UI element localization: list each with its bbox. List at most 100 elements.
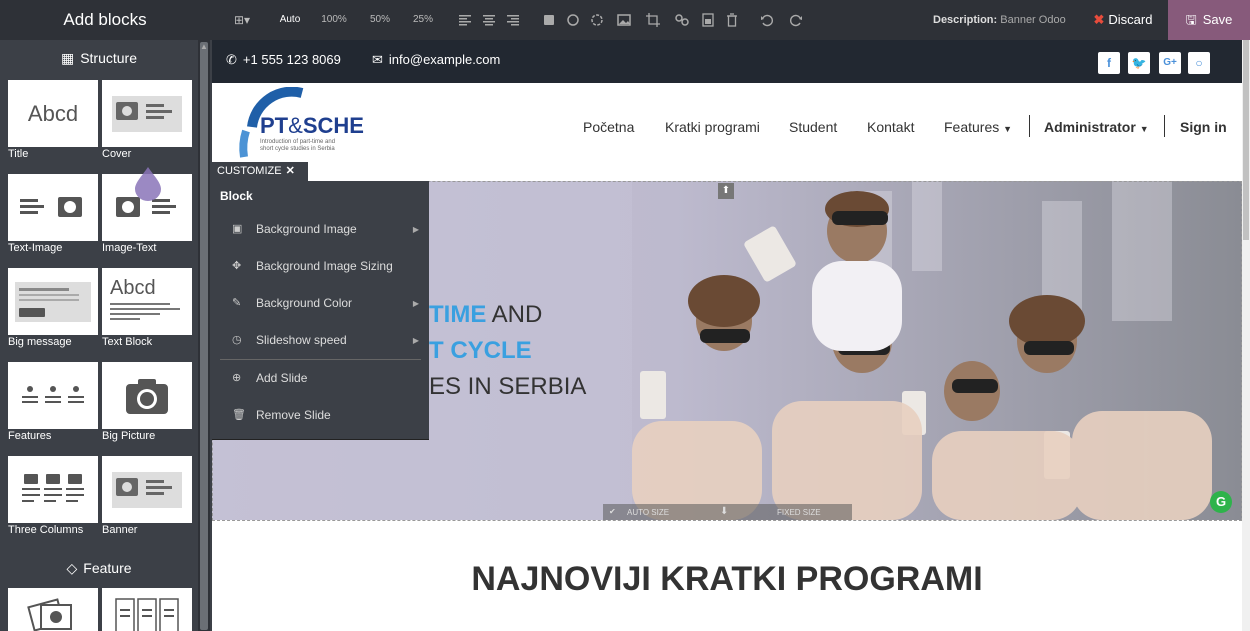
description-value: Banner Odoo — [1000, 14, 1066, 26]
discard-label: Discard — [1108, 12, 1153, 27]
caret-down-icon: ▼ — [1139, 124, 1149, 134]
zoom-auto[interactable]: Auto — [276, 0, 304, 40]
block-cover-label: Cover — [102, 148, 132, 160]
block-cover[interactable] — [102, 80, 192, 147]
block-title[interactable]: Abcd — [8, 80, 98, 147]
customize-tab[interactable]: CUSTOMIZE ✕ — [212, 162, 308, 181]
email-contact[interactable]: ✉ info@example.com — [372, 40, 500, 80]
block-title-preview: Abcd — [27, 100, 79, 126]
move-down-arrow-icon[interactable]: ⬇ — [720, 506, 728, 517]
phone-contact[interactable]: ✆ +1 555 123 8069 — [226, 40, 341, 80]
section-feature: ◇ Feature — [0, 550, 198, 586]
rounded-shape-icon[interactable] — [589, 12, 605, 28]
description-field[interactable]: Description: Banner Odoo — [933, 0, 1066, 40]
github-icon[interactable]: ○ — [1188, 52, 1210, 74]
crop-icon[interactable] — [645, 12, 661, 28]
caret-right-icon: ▶ — [412, 225, 419, 234]
nav-features[interactable]: Features ▼ — [944, 119, 1012, 135]
check-icon: ✔ — [609, 507, 616, 516]
file-image-icon[interactable] — [700, 12, 716, 28]
block-text-image[interactable] — [8, 174, 98, 241]
align-left-icon[interactable] — [457, 12, 473, 28]
block-title-label: Title — [8, 148, 29, 160]
twitter-icon[interactable]: 🐦 — [1128, 52, 1150, 74]
three-columns-preview-icon — [22, 473, 84, 502]
add-blocks-sidebar: Add blocks ▦ Structure Abcd Title Cover T… — [0, 0, 210, 631]
align-right-icon[interactable] — [505, 12, 521, 28]
redo-icon[interactable] — [788, 12, 804, 28]
nav-sign-in[interactable]: Sign in — [1180, 119, 1227, 135]
sidebar-scroll-thumb[interactable] — [200, 42, 208, 630]
align-center-icon[interactable] — [481, 12, 497, 28]
feature-pricing-preview-icon — [115, 598, 179, 631]
menu-remove-slide[interactable]: 🗑 Remove Slide — [212, 397, 429, 434]
big-message-preview-icon — [15, 281, 91, 322]
block-image-text-label: Image-Text — [102, 242, 157, 254]
customize-header: Block — [220, 189, 253, 203]
menu-label: Add Slide — [256, 371, 308, 385]
nav-student[interactable]: Student — [789, 119, 837, 135]
block-banner[interactable] — [102, 456, 192, 523]
menu-background-image[interactable]: ▣ Background Image ▶ — [212, 211, 429, 248]
zoom-100[interactable]: 100% — [318, 0, 350, 40]
site-logo[interactable]: PT&SCHE Introduction of part-time and sho… — [232, 86, 372, 165]
nav-pocetna[interactable]: Početna — [583, 119, 634, 135]
nav-kontakt[interactable]: Kontakt — [867, 119, 914, 135]
grammarly-icon[interactable]: G — [1210, 491, 1232, 513]
plus-circle-icon: ⊕ — [232, 372, 242, 384]
close-icon[interactable]: ✕ — [286, 165, 295, 177]
page-scrollbar[interactable] — [1242, 40, 1250, 631]
section-feature-label: Feature — [83, 560, 132, 576]
block-big-picture[interactable] — [102, 362, 192, 429]
block-big-message[interactable] — [8, 268, 98, 335]
move-icon: ✥ — [232, 260, 242, 272]
menu-label: Slideshow speed — [256, 333, 347, 347]
logo-tagline: Introduction of part-time and short cycle… — [260, 139, 335, 153]
feature-stack-preview-icon — [27, 598, 72, 631]
block-text-block[interactable]: Abcd — [102, 268, 192, 335]
zoom-50[interactable]: 50% — [367, 0, 393, 40]
menu-background-color[interactable]: ✎ Background Color ▶ — [212, 285, 429, 322]
scroll-up-arrow-icon[interactable]: ▲ — [198, 42, 210, 52]
menu-slideshow-speed[interactable]: ◷ Slideshow speed ▶ — [212, 322, 429, 359]
close-icon: ✖ — [1093, 12, 1105, 27]
logo-sche: SCHE — [302, 113, 364, 138]
nav-kratki-programi[interactable]: Kratki programi — [665, 119, 760, 135]
block-feature-2[interactable] — [102, 588, 192, 631]
sidebar-scrollbar[interactable]: ▲ — [198, 40, 210, 631]
block-text-block-preview: Abcd — [110, 276, 156, 299]
email-text: info@example.com — [388, 52, 501, 67]
block-feature-1[interactable] — [8, 588, 98, 631]
page-scroll-thumb[interactable] — [1243, 40, 1249, 240]
fixed-size-option[interactable]: FIXED SIZE — [777, 508, 821, 517]
facebook-icon[interactable]: f — [1098, 52, 1120, 74]
nav-administrator[interactable]: Administrator ▼ — [1044, 119, 1149, 135]
google-plus-icon[interactable]: G+ — [1159, 52, 1181, 74]
customize-menu: Block ▣ Background Image ▶ ✥ Background Ima… — [212, 181, 429, 440]
save-label: Save — [1202, 12, 1233, 27]
square-shape-icon[interactable] — [541, 12, 557, 28]
zoom-25[interactable]: 25% — [410, 0, 436, 40]
image-icon[interactable] — [616, 12, 632, 28]
text-block-lines-icon — [110, 302, 180, 320]
move-up-arrow-icon[interactable]: ⬆ — [718, 183, 734, 199]
discard-button[interactable]: ✖ Discard — [1080, 0, 1166, 40]
link-icon[interactable] — [674, 12, 690, 28]
circle-shape-icon[interactable] — [565, 12, 581, 28]
menu-background-image-sizing[interactable]: ✥ Background Image Sizing — [212, 248, 429, 285]
trash-icon[interactable] — [724, 12, 740, 28]
resize-handle-bar[interactable]: ✔ AUTO SIZE ⬇ FIXED SIZE — [603, 504, 852, 520]
menu-add-slide[interactable]: ⊕ Add Slide — [212, 360, 429, 397]
hero-headline: TIME AND T CYCLE ES IN SERBIA — [429, 297, 586, 405]
block-three-columns[interactable] — [8, 456, 98, 523]
menu-label: Background Image — [256, 222, 357, 236]
nav-divider — [1029, 115, 1030, 137]
grid-layout-icon[interactable]: ⊞▾ — [228, 0, 256, 40]
description-label: Description: — [933, 14, 998, 26]
floppy-icon: 🖫 — [1185, 12, 1197, 27]
auto-size-option[interactable]: AUTO SIZE — [627, 508, 669, 517]
save-button[interactable]: 🖫 Save — [1168, 0, 1250, 40]
caret-right-icon: ▶ — [412, 336, 419, 345]
block-features[interactable] — [8, 362, 98, 429]
undo-icon[interactable] — [759, 12, 775, 28]
